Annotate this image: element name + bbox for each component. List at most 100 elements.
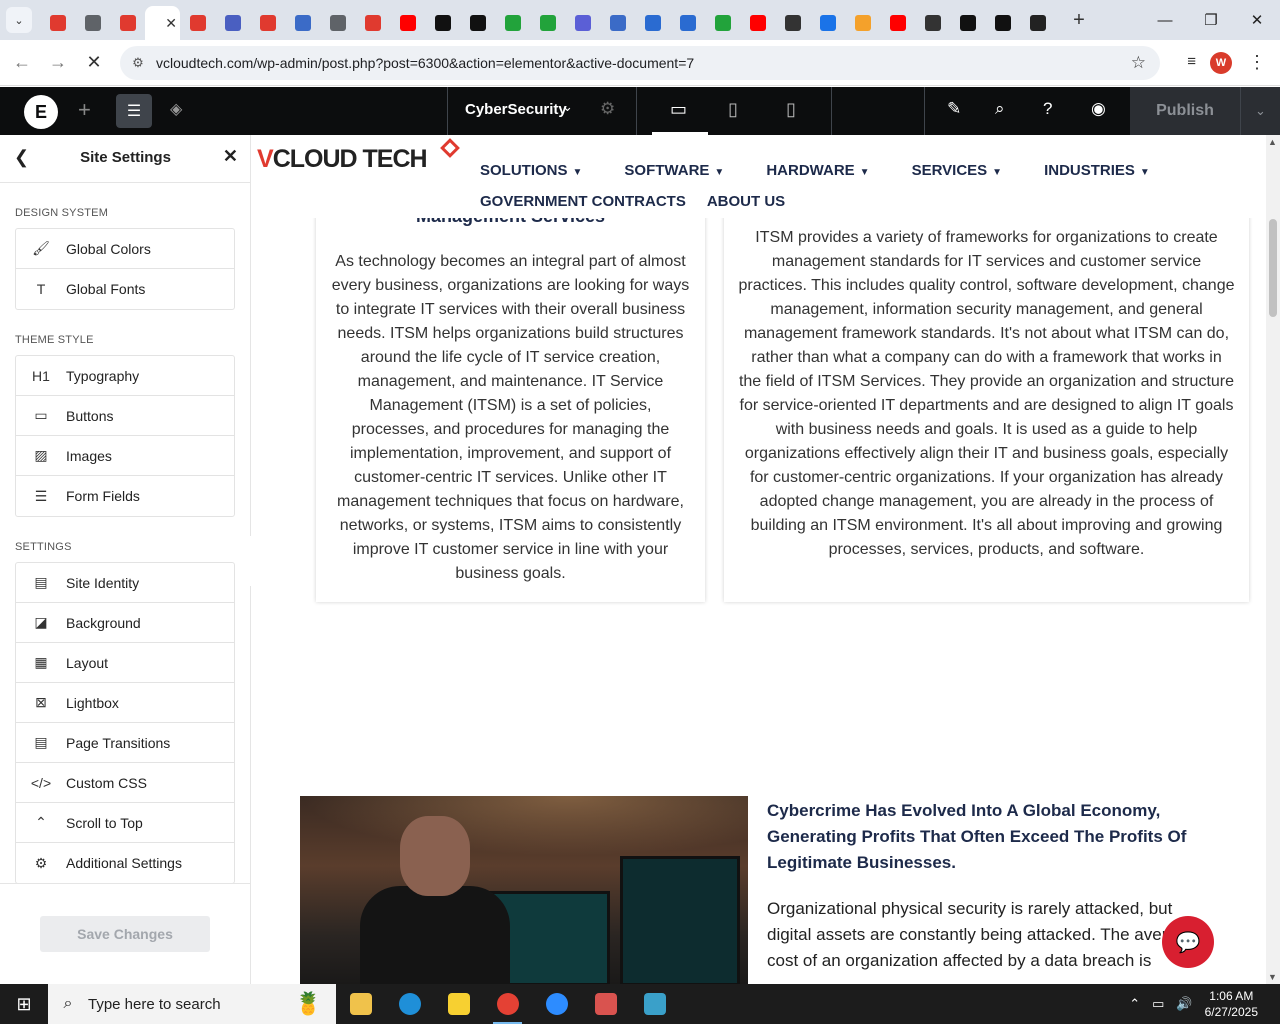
browser-tab[interactable]: [950, 6, 985, 40]
settings-item-additional-settings[interactable]: ⚙ Additional Settings: [16, 843, 234, 883]
browser-tab[interactable]: [705, 6, 740, 40]
browser-tab[interactable]: [1020, 6, 1055, 40]
help-icon[interactable]: ?: [1043, 99, 1052, 119]
settings-item-global-fonts[interactable]: T Global Fonts: [16, 269, 234, 309]
browser-tab[interactable]: ✕: [145, 6, 180, 40]
preview-eye-icon[interactable]: ◉: [1091, 99, 1106, 119]
site-menu-item[interactable]: HARDWARE ▼: [766, 162, 890, 179]
browser-tab[interactable]: [180, 6, 215, 40]
taskbar-app[interactable]: [434, 984, 483, 1024]
browser-tab[interactable]: [635, 6, 670, 40]
site-menu-item[interactable]: INDUSTRIES ▼: [1044, 162, 1171, 179]
desktop-device-icon[interactable]: ▭: [670, 99, 687, 120]
mobile-device-icon[interactable]: ▯: [786, 99, 796, 120]
profile-avatar[interactable]: W: [1210, 52, 1232, 74]
site-menu-item[interactable]: SERVICES ▼: [912, 162, 1024, 179]
media-controls-icon[interactable]: ≡: [1187, 53, 1196, 70]
browser-tab[interactable]: [215, 6, 250, 40]
settings-item-site-identity[interactable]: ▤ Site Identity: [16, 563, 234, 603]
forward-icon[interactable]: →: [40, 52, 76, 73]
tablet-device-icon[interactable]: ▯: [728, 99, 738, 120]
browser-tab[interactable]: [565, 6, 600, 40]
publish-options-chevron-icon[interactable]: ⌄: [1240, 87, 1280, 135]
browser-tab[interactable]: [740, 6, 775, 40]
volume-icon[interactable]: 🔊: [1176, 996, 1192, 1012]
show-hidden-icons-chevron-icon[interactable]: ⌃: [1129, 996, 1140, 1012]
taskbar-app[interactable]: [336, 984, 385, 1024]
new-tab-button[interactable]: +: [1065, 9, 1093, 32]
settings-item-layout[interactable]: ▦ Layout: [16, 643, 234, 683]
chat-widget-icon[interactable]: 💬: [1162, 916, 1214, 968]
browser-tab[interactable]: [985, 6, 1020, 40]
close-panel-icon[interactable]: ✕: [223, 146, 238, 167]
browser-tab[interactable]: [320, 6, 355, 40]
site-menu-item[interactable]: SOLUTIONS ▼: [480, 162, 603, 179]
browser-tab[interactable]: [600, 6, 635, 40]
page-settings-gear-icon[interactable]: ⚙: [600, 99, 615, 119]
browser-tab[interactable]: [775, 6, 810, 40]
site-info-icon[interactable]: ⚙: [120, 55, 156, 71]
add-element-icon[interactable]: +: [78, 97, 91, 123]
browser-tab[interactable]: [250, 6, 285, 40]
taskbar-app[interactable]: [385, 984, 434, 1024]
settings-item-typography[interactable]: H1 Typography: [16, 356, 234, 396]
settings-item-global-colors[interactable]: 🖌 Global Colors: [16, 229, 234, 269]
taskbar-search-box[interactable]: ⌕ Type here to search 🍍: [48, 984, 336, 1024]
settings-item-lightbox[interactable]: ⊠ Lightbox: [16, 683, 234, 723]
taskbar-app[interactable]: [532, 984, 581, 1024]
browser-tab[interactable]: [670, 6, 705, 40]
chevron-down-icon[interactable]: ⌄: [562, 99, 573, 115]
taskbar-app[interactable]: [483, 984, 532, 1024]
settings-item-page-transitions[interactable]: ▤ Page Transitions: [16, 723, 234, 763]
site-menu-item[interactable]: SOFTWARE ▼: [624, 162, 745, 179]
browser-tab[interactable]: [390, 6, 425, 40]
browser-tab[interactable]: [110, 6, 145, 40]
browser-tab[interactable]: [285, 6, 320, 40]
omnibox[interactable]: ⚙ vcloudtech.com/wp-admin/post.php?post=…: [120, 46, 1160, 80]
browser-tab[interactable]: [845, 6, 880, 40]
browser-tab[interactable]: [880, 6, 915, 40]
browser-tab[interactable]: [40, 6, 75, 40]
browser-menu-icon[interactable]: ⋮: [1248, 52, 1266, 73]
settings-item-images[interactable]: ▨ Images: [16, 436, 234, 476]
browser-tab[interactable]: [530, 6, 565, 40]
back-icon[interactable]: ←: [4, 52, 40, 73]
network-icon[interactable]: ▭: [1152, 996, 1164, 1012]
url-text[interactable]: vcloudtech.com/wp-admin/post.php?post=63…: [156, 55, 694, 71]
search-icon[interactable]: ⌕: [995, 99, 1005, 119]
site-menu-item[interactable]: ABOUT US: [707, 193, 785, 210]
close-window-icon[interactable]: ✕: [1234, 0, 1280, 40]
clock[interactable]: 1:06 AM 6/27/2025: [1205, 988, 1258, 1020]
structure-layers-icon[interactable]: ◈: [170, 99, 182, 119]
browser-tab[interactable]: [810, 6, 845, 40]
canvas-scrollbar[interactable]: ▲ ▼: [1266, 135, 1280, 984]
publish-button[interactable]: Publish: [1130, 87, 1240, 135]
notifications-icon[interactable]: ✎: [947, 99, 961, 119]
windows-start-icon[interactable]: ⊞: [0, 984, 48, 1024]
settings-item-background[interactable]: ◪ Background: [16, 603, 234, 643]
tab-search-chevron-icon[interactable]: ⌄: [6, 7, 32, 33]
settings-item-custom-css[interactable]: </> Custom CSS: [16, 763, 234, 803]
document-name[interactable]: CyberSecurity: [465, 101, 567, 118]
scroll-up-arrow-icon[interactable]: ▲: [1268, 137, 1277, 147]
save-changes-button[interactable]: Save Changes: [40, 916, 210, 952]
site-menu-item[interactable]: GOVERNMENT CONTRACTS: [480, 193, 686, 210]
stop-loading-icon[interactable]: ✕: [76, 52, 112, 73]
settings-item-buttons[interactable]: ▭ Buttons: [16, 396, 234, 436]
site-logo[interactable]: VCLOUD TECH: [257, 145, 428, 174]
restore-icon[interactable]: ❐: [1188, 0, 1234, 40]
minimize-icon[interactable]: —: [1142, 0, 1188, 40]
browser-tab[interactable]: [915, 6, 950, 40]
settings-item-form-fields[interactable]: ☰ Form Fields: [16, 476, 234, 516]
taskbar-app[interactable]: [630, 984, 679, 1024]
scroll-down-arrow-icon[interactable]: ▼: [1268, 972, 1277, 982]
scrollbar-thumb[interactable]: [1269, 219, 1277, 317]
close-tab-icon[interactable]: ✕: [165, 15, 177, 32]
browser-tab[interactable]: [495, 6, 530, 40]
bookmark-star-icon[interactable]: ☆: [1131, 53, 1146, 73]
browser-tab[interactable]: [75, 6, 110, 40]
settings-item-scroll-to-top[interactable]: ⌃ Scroll to Top: [16, 803, 234, 843]
site-settings-sliders-icon[interactable]: ☰: [116, 94, 152, 128]
browser-tab[interactable]: [355, 6, 390, 40]
taskbar-app[interactable]: [581, 984, 630, 1024]
